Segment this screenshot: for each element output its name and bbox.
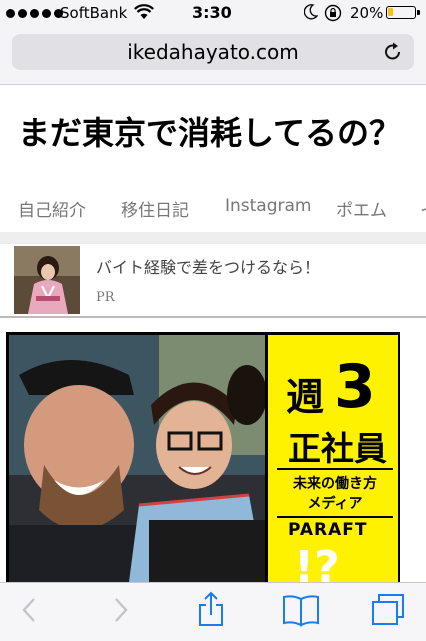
banner-text-fulltime: 正社員 (288, 429, 387, 468)
reload-icon[interactable] (382, 41, 404, 63)
signal-dots-icon (6, 9, 63, 18)
banner-text-week: 週 (286, 375, 325, 419)
share-icon[interactable] (196, 591, 226, 627)
banner-subtitle-box: 未来の働き方 メディア (277, 468, 393, 518)
sponsored-ad[interactable]: バイト経験で差をつけるなら！ PR (0, 244, 426, 318)
spacer (0, 318, 426, 330)
status-bar: SoftBank 3:30 20% (0, 0, 426, 28)
safari-toolbar (0, 582, 426, 641)
banner-text-three: 3 (334, 352, 376, 422)
banner-subtitle-2: メディア (307, 496, 363, 512)
battery-percent: 20% (350, 4, 384, 22)
ad-pr-label: PR (96, 290, 115, 305)
back-icon[interactable] (18, 595, 40, 625)
carrier-name: SoftBank (60, 4, 128, 22)
site-title[interactable]: まだ東京で消耗してるの？ (18, 108, 401, 154)
nav-tab-instagram[interactable]: Instagram (225, 196, 312, 216)
nav-tab-profile[interactable]: 自己紹介 (18, 196, 86, 221)
address-bar-area: ikedahayato.com (0, 28, 426, 85)
category-nav: 自己紹介 移住日記 Instagram ポエム イ (0, 186, 426, 230)
banner-partial-text: !? (294, 542, 340, 582)
battery-icon (386, 6, 420, 19)
status-time: 3:30 (192, 3, 232, 22)
divider (0, 232, 426, 244)
banner-ad[interactable]: 週 3 正社員 未来の働き方 メディア PARAFT !? (6, 332, 400, 582)
wifi-icon (134, 4, 154, 19)
nav-tab-partial[interactable]: イ (420, 196, 426, 221)
battery-fill (388, 8, 393, 16)
url-domain[interactable]: ikedahayato.com (12, 40, 414, 64)
banner-subtitle-1: 未来の働き方 (293, 476, 377, 492)
ad-headline[interactable]: バイト経験で差をつけるなら！ (96, 254, 320, 278)
address-bar[interactable]: ikedahayato.com (12, 34, 414, 70)
nav-tab-diary[interactable]: 移住日記 (121, 196, 189, 221)
ad-thumbnail[interactable] (14, 246, 80, 314)
forward-icon[interactable] (110, 595, 132, 625)
tabs-icon[interactable] (370, 593, 406, 627)
banner-logo: PARAFT (288, 520, 368, 540)
banner-photo (9, 335, 265, 582)
nav-tab-poem[interactable]: ポエム (336, 196, 387, 221)
rotation-lock-icon (324, 4, 342, 22)
bookmarks-icon[interactable] (282, 593, 320, 627)
moon-icon (304, 4, 318, 20)
